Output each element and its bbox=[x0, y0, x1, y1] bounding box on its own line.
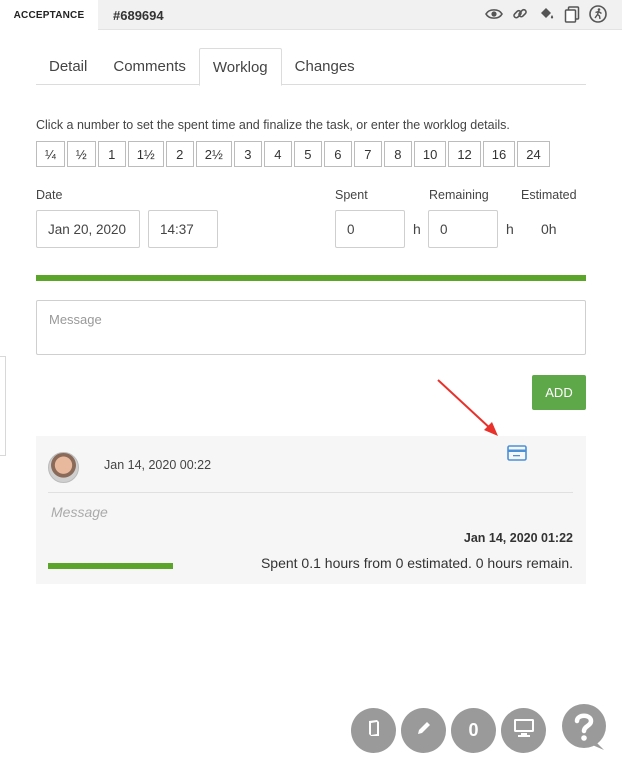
quick-time-button[interactable]: 4 bbox=[263, 141, 292, 167]
link-icon[interactable] bbox=[510, 4, 530, 24]
status-label[interactable]: ACCEPTANCE bbox=[0, 0, 98, 30]
worklog-hint: Click a number to set the spent time and… bbox=[36, 118, 510, 132]
tab-comments[interactable]: Comments bbox=[100, 48, 199, 85]
entry-progress-bar bbox=[48, 563, 173, 569]
quick-time-button[interactable]: ¼ bbox=[36, 141, 65, 167]
tab-changes[interactable]: Changes bbox=[282, 48, 368, 85]
book-icon bbox=[366, 719, 382, 742]
detail-tabs: Detail Comments Worklog Changes bbox=[36, 48, 586, 86]
annotation-arrow-icon bbox=[437, 379, 498, 436]
quick-time-buttons: ¼ ½ 1 1½ 2 2½ 3 4 5 6 7 8 10 12 16 24 bbox=[36, 141, 552, 167]
remaining-input[interactable]: 0 bbox=[428, 210, 498, 248]
estimated-value: 0h bbox=[541, 221, 557, 237]
quick-time-button[interactable]: ½ bbox=[66, 141, 96, 167]
worklog-entry: Jan 14, 2020 00:22 Message Jan 14, 2020 … bbox=[36, 436, 586, 584]
paint-bucket-icon[interactable] bbox=[536, 4, 556, 24]
screen-button[interactable] bbox=[501, 708, 546, 753]
eye-icon[interactable] bbox=[484, 4, 504, 24]
quick-time-button[interactable]: 16 bbox=[482, 141, 516, 167]
card-icon[interactable] bbox=[507, 445, 527, 464]
remaining-label: Remaining bbox=[429, 188, 489, 202]
copy-icon[interactable] bbox=[562, 4, 582, 24]
header-toolbar bbox=[484, 4, 608, 24]
runner-icon[interactable] bbox=[588, 4, 608, 24]
add-button[interactable]: ADD bbox=[532, 375, 586, 410]
quick-time-button[interactable]: 7 bbox=[353, 141, 382, 167]
date-label: Date bbox=[36, 188, 63, 202]
help-button[interactable] bbox=[560, 704, 608, 752]
pencil-icon bbox=[415, 719, 433, 742]
tab-worklog[interactable]: Worklog bbox=[198, 48, 282, 86]
quick-time-button[interactable]: 1 bbox=[97, 141, 126, 167]
entry-summary: Spent 0.1 hours from 0 estimated. 0 hour… bbox=[260, 555, 573, 571]
estimated-label: Estimated bbox=[521, 188, 577, 202]
date-input[interactable]: Jan 20, 2020 bbox=[36, 210, 140, 248]
remaining-unit: h bbox=[506, 221, 514, 237]
tab-detail[interactable]: Detail bbox=[36, 48, 100, 85]
book-button[interactable] bbox=[351, 708, 396, 753]
count-button[interactable]: 0 bbox=[451, 708, 496, 753]
question-icon bbox=[562, 704, 606, 750]
floating-actions: 0 bbox=[351, 708, 546, 753]
worklog-progress-bar bbox=[36, 275, 586, 281]
task-id: #689694 bbox=[113, 7, 164, 23]
time-input[interactable]: 14:37 bbox=[148, 210, 218, 248]
avatar bbox=[48, 452, 79, 483]
spent-unit: h bbox=[413, 221, 421, 237]
entry-date: Jan 14, 2020 00:22 bbox=[104, 458, 212, 472]
quick-time-button[interactable]: 24 bbox=[517, 141, 550, 167]
task-header: ACCEPTANCE #689694 bbox=[0, 0, 622, 30]
quick-time-button[interactable]: 2 bbox=[165, 141, 194, 167]
quick-time-button[interactable]: 3 bbox=[233, 141, 262, 167]
edit-button[interactable] bbox=[401, 708, 446, 753]
side-panel-edge bbox=[0, 356, 6, 456]
quick-time-button[interactable]: 6 bbox=[323, 141, 352, 167]
entry-message: Message bbox=[51, 504, 108, 520]
message-input[interactable]: Message bbox=[36, 300, 586, 355]
monitor-icon bbox=[513, 718, 535, 743]
entry-logged-date: Jan 14, 2020 01:22 bbox=[463, 531, 573, 545]
quick-time-button[interactable]: 2½ bbox=[195, 141, 232, 167]
quick-time-button[interactable]: 10 bbox=[413, 141, 447, 167]
quick-time-button[interactable]: 5 bbox=[293, 141, 322, 167]
spent-label: Spent bbox=[335, 188, 368, 202]
spent-input[interactable]: 0 bbox=[335, 210, 405, 248]
quick-time-button[interactable]: 12 bbox=[448, 141, 481, 167]
entry-divider bbox=[48, 492, 573, 493]
quick-time-button[interactable]: 8 bbox=[383, 141, 412, 167]
quick-time-button[interactable]: 1½ bbox=[127, 141, 164, 167]
